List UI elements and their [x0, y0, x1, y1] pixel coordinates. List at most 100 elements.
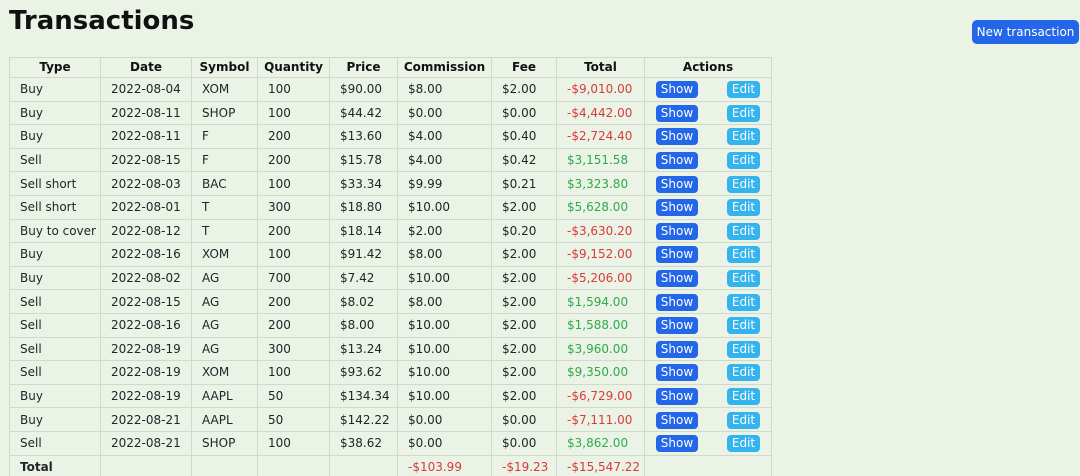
cell-symbol: F: [191, 124, 258, 149]
show-button[interactable]: Show: [656, 199, 698, 217]
cell-price: $15.78: [329, 147, 398, 173]
cell-date: 2022-08-15: [100, 289, 192, 314]
cell-date: 2022-08-03: [100, 171, 192, 196]
cell-type: Buy: [9, 383, 101, 409]
show-button[interactable]: Show: [656, 293, 698, 311]
cell-symbol: AAPL: [191, 407, 258, 432]
cell-price: $142.22: [329, 407, 398, 432]
cell-actions: Show Edit: [644, 147, 772, 173]
cell-quantity: 100: [257, 100, 330, 126]
column-header-fee: Fee: [491, 57, 557, 78]
cell-date: 2022-08-21: [100, 430, 192, 456]
show-button[interactable]: Show: [656, 222, 698, 240]
edit-button[interactable]: Edit: [727, 222, 760, 240]
edit-button[interactable]: Edit: [727, 81, 760, 99]
table-row: Buy 2022-08-04 XOM 100 $90.00 $8.00 $2.00 -$9,0…: [9, 77, 772, 102]
cell-price: $44.42: [329, 100, 398, 126]
cell-fee: $2.00: [491, 383, 557, 409]
cell-price: $38.62: [329, 430, 398, 456]
table-row: Buy 2022-08-11 SHOP 100 $44.42 $0.00 $0.00 -$4,…: [9, 100, 772, 126]
cell-actions: Show Edit: [644, 218, 772, 244]
cell-actions: Show Edit: [644, 194, 772, 220]
cell-actions: Show Edit: [644, 77, 772, 102]
table-row: Buy to cover 2022-08-12 T 200 $18.14 $2.00 $0.…: [9, 218, 772, 244]
cell-actions: Show Edit: [644, 312, 772, 338]
show-button[interactable]: Show: [656, 270, 698, 288]
show-button[interactable]: Show: [656, 317, 698, 335]
edit-button[interactable]: Edit: [727, 388, 760, 406]
transactions-page: Transactions New transaction Type Date S…: [0, 0, 1080, 476]
cell-symbol: SHOP: [191, 430, 258, 456]
edit-button[interactable]: Edit: [727, 293, 760, 311]
show-button[interactable]: Show: [656, 435, 698, 453]
column-header-commission: Commission: [397, 57, 492, 78]
cell-fee: $2.00: [491, 360, 557, 385]
cell-actions: Show Edit: [644, 242, 772, 267]
cell-type: Sell: [9, 360, 101, 385]
totals-row: Total -$103.99 -$19.23 -$15,547.22: [9, 454, 772, 476]
cell-symbol: AG: [191, 336, 258, 362]
edit-button[interactable]: Edit: [727, 435, 760, 453]
edit-button[interactable]: Edit: [727, 175, 760, 193]
cell-date: 2022-08-15: [100, 147, 192, 173]
cell-symbol: XOM: [191, 360, 258, 385]
show-button[interactable]: Show: [656, 175, 698, 193]
edit-button[interactable]: Edit: [727, 411, 760, 429]
cell-fee: $0.20: [491, 218, 557, 244]
cell-fee: $2.00: [491, 242, 557, 267]
show-button[interactable]: Show: [656, 340, 698, 358]
new-transaction-button[interactable]: New transaction: [972, 20, 1079, 44]
edit-button[interactable]: Edit: [727, 246, 760, 264]
table-row: Buy 2022-08-16 XOM 100 $91.42 $8.00 $2.00 -$9,1…: [9, 242, 772, 267]
edit-button[interactable]: Edit: [727, 152, 760, 170]
edit-button[interactable]: Edit: [727, 199, 760, 217]
cell-symbol: XOM: [191, 77, 258, 102]
cell-actions: Show Edit: [644, 336, 772, 362]
edit-button[interactable]: Edit: [727, 364, 760, 382]
cell-type: Sell: [9, 312, 101, 338]
edit-button[interactable]: Edit: [727, 104, 760, 122]
cell-type: Buy: [9, 407, 101, 432]
totals-empty-price: [329, 454, 398, 476]
totals-empty-date: [100, 454, 192, 476]
cell-price: $8.02: [329, 289, 398, 314]
table-row: Sell short 2022-08-01 T 300 $18.80 $10.00 $2.0…: [9, 194, 772, 220]
column-header-price: Price: [329, 57, 398, 78]
cell-quantity: 200: [257, 218, 330, 244]
cell-total: -$2,724.40: [556, 124, 645, 149]
cell-commission: $10.00: [397, 194, 492, 220]
cell-price: $33.34: [329, 171, 398, 196]
cell-total: -$3,630.20: [556, 218, 645, 244]
cell-commission: $10.00: [397, 360, 492, 385]
cell-commission: $9.99: [397, 171, 492, 196]
cell-commission: $8.00: [397, 77, 492, 102]
show-button[interactable]: Show: [656, 81, 698, 99]
column-header-quantity: Quantity: [257, 57, 330, 78]
cell-quantity: 200: [257, 312, 330, 338]
cell-fee: $0.42: [491, 147, 557, 173]
cell-actions: Show Edit: [644, 407, 772, 432]
show-button[interactable]: Show: [656, 388, 698, 406]
edit-button[interactable]: Edit: [727, 340, 760, 358]
cell-symbol: BAC: [191, 171, 258, 196]
show-button[interactable]: Show: [656, 104, 698, 122]
table-row: Buy 2022-08-11 F 200 $13.60 $4.00 $0.40 -$2,724…: [9, 124, 772, 149]
totals-commission: -$103.99: [397, 454, 492, 476]
show-button[interactable]: Show: [656, 364, 698, 382]
cell-date: 2022-08-16: [100, 312, 192, 338]
cell-commission: $4.00: [397, 124, 492, 149]
cell-total: $3,862.00: [556, 430, 645, 456]
cell-quantity: 300: [257, 194, 330, 220]
show-button[interactable]: Show: [656, 152, 698, 170]
show-button[interactable]: Show: [656, 128, 698, 146]
cell-actions: Show Edit: [644, 100, 772, 126]
cell-actions: Show Edit: [644, 383, 772, 409]
edit-button[interactable]: Edit: [727, 317, 760, 335]
show-button[interactable]: Show: [656, 411, 698, 429]
cell-fee: $2.00: [491, 77, 557, 102]
edit-button[interactable]: Edit: [727, 128, 760, 146]
show-button[interactable]: Show: [656, 246, 698, 264]
cell-commission: $10.00: [397, 265, 492, 291]
table-row: Buy 2022-08-19 AAPL 50 $134.34 $10.00 $2.00 -$6…: [9, 383, 772, 409]
edit-button[interactable]: Edit: [727, 270, 760, 288]
